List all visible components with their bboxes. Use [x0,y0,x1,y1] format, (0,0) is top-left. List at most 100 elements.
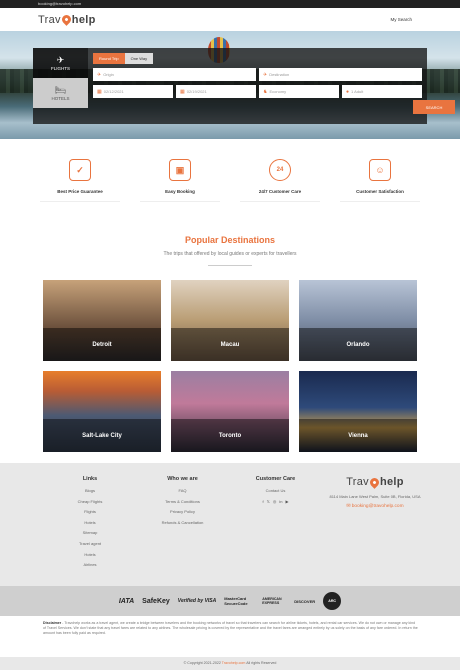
mastercard-securecode-logo: MasterCard SecureCode [224,596,248,606]
footer-heading: Customer Care [255,476,296,482]
instagram-icon[interactable]: ◎ [273,499,277,504]
section-subtitle: The trips that offered by local guides o… [163,251,297,257]
tab-flights[interactable]: ✈ FLIGHTS [33,48,88,78]
footer-customer-care: Customer Care Contact Us f 𝕏 ◎ in ▶ [248,476,303,504]
youtube-icon[interactable]: ▶ [285,499,288,504]
feature-customer-care: 24 24/7 Customer Care [240,159,320,231]
footer-link-contact[interactable]: Contact Us [248,488,303,493]
footer: Links Blogs Cheap Flights Flights Hotels… [0,463,460,586]
footer-email[interactable]: ✉ booking@travohelp.com [320,504,430,509]
booking-screen-icon: ▣ [169,159,191,181]
footer-link-travel-agent[interactable]: Travel agent [70,541,110,546]
linkedin-icon[interactable]: in [279,499,282,504]
top-bar: booking@travohelp.com [0,0,460,8]
search-button[interactable]: SEARCH [413,100,455,114]
brand-right: help [379,476,404,488]
footer-logo[interactable]: Trav help [320,475,430,489]
header: Trav help My Search [0,8,460,31]
search-panel: ✈ FLIGHTS 🛏 HOTELS Round Trip One Way ✈ … [33,48,427,124]
destination-card-salt-lake-city[interactable]: Salt-Lake City [43,371,161,452]
tab-flights-label: FLIGHTS [50,65,70,71]
copyright-suffix: All rights Reserved [246,661,277,665]
passengers-select[interactable]: ● 1 Adult [342,85,422,98]
brand-left: Trav [38,13,61,26]
footer-link-airlines[interactable]: Airlines [70,562,110,567]
destination-card-toronto[interactable]: Toronto [171,371,289,452]
bed-icon: 🛏 [54,84,67,95]
destination-card-macau[interactable]: Macau [171,280,289,361]
arc-logo: ARC [323,592,342,610]
takeoff-icon: ✈ [97,71,102,78]
landing-icon: ✈ [263,71,268,78]
footer-brand: Trav help 8114 Main Lane West Palm, Suit… [320,475,430,509]
footer-link-hotels[interactable]: Hotels [70,520,110,525]
features-row: ✓ Best Price Guarantee ▣ Easy Booking 24… [0,139,460,231]
social-links: f 𝕏 ◎ in ▶ [248,499,303,504]
map-pin-icon [59,13,73,26]
footer-link-hotels-2[interactable]: Hotels [70,552,110,557]
brand-left: Trav [346,476,369,488]
return-date-input[interactable]: ▦ 02/19/2021 [176,85,256,98]
destination-placeholder: Destination [269,72,290,77]
copyright-prefix: © Copyright 2021-2022 [183,661,221,665]
airplane-icon: ✈ [56,54,65,65]
shield-check-icon: ✓ [69,159,91,181]
brand-logo[interactable]: Trav help [38,13,96,26]
depart-date-value: 02/12/2021 [103,89,124,94]
cabin-class-select[interactable]: ♞ Economy [259,85,339,98]
tab-hotels[interactable]: 🛏 HOTELS [33,78,88,108]
footer-heading: Links [82,476,98,482]
calendar-icon: ▦ [180,88,185,95]
feature-label: Easy Booking [165,189,195,194]
nav-my-search[interactable]: My Search [390,17,412,22]
verified-by-visa-logo: Verified by VISA [177,598,217,604]
destination-input[interactable]: ✈ Destination [259,68,422,81]
footer-who-we-are: Who we are FAQ Terms & Conditions Privac… [155,476,210,530]
brand-right: help [71,13,96,26]
origin-input[interactable]: ✈ Origin [93,68,256,81]
destination-card-vienna[interactable]: Vienna [299,371,417,452]
footer-link-flights[interactable]: Flights [70,509,110,514]
calendar-icon: ▦ [97,88,102,95]
facebook-icon[interactable]: f [262,499,263,504]
feature-label: Customer Satisfaction [356,189,404,194]
destination-card-orlando[interactable]: Orlando [299,280,417,361]
safekey-logo: SafeKey [142,597,170,605]
twitter-icon[interactable]: 𝕏 [267,499,270,504]
origin-placeholder: Origin [103,72,114,77]
destination-name: Vienna [348,432,368,439]
disclaimer: Disclaimer - Travohelp works as a travel… [43,621,418,636]
footer-link-sitemap[interactable]: Sitemap [70,530,110,535]
trip-round-trip[interactable]: Round Trip [93,53,125,64]
disclaimer-text: - Travohelp works as a travel agent, we … [43,621,418,635]
footer-link-faq[interactable]: FAQ [155,488,210,493]
partner-logos: IATA SafeKey Verified by VISA MasterCard… [0,586,460,616]
copyright-bar: © Copyright 2021-2022 Travohelp.com All … [0,657,460,670]
search-type-tabs: ✈ FLIGHTS 🛏 HOTELS [33,48,88,124]
hero-banner: ✈ FLIGHTS 🛏 HOTELS Round Trip One Way ✈ … [0,31,460,139]
flight-search-form: Round Trip One Way ✈ Origin ✈ Destinatio… [88,48,427,124]
destination-name: Salt-Lake City [82,432,122,439]
amex-logo: AMERICAN EXPRESS [262,597,282,605]
feature-label: 24/7 Customer Care [258,189,302,194]
footer-link-terms[interactable]: Terms & Conditions [155,499,210,504]
depart-date-input[interactable]: ▦ 02/12/2021 [93,85,173,98]
discover-logo: DISCOVER [294,598,316,604]
footer-link-blogs[interactable]: Blogs [70,488,110,493]
trip-type-toggle: Round Trip One Way [93,53,422,64]
footer-link-cheap-flights[interactable]: Cheap Flights [70,499,110,504]
footer-link-refunds[interactable]: Refunds & Cancellation [155,520,210,525]
destination-card-detroit[interactable]: Detroit [43,280,161,361]
trip-one-way[interactable]: One Way [124,53,154,64]
feature-easy-booking: ▣ Easy Booking [140,159,220,231]
destination-grid: Detroit Macau Orlando Salt-Lake City Tor… [0,266,460,452]
footer-link-privacy[interactable]: Privacy Policy [155,509,210,514]
section-title: Popular Destinations [184,235,275,245]
feature-best-price: ✓ Best Price Guarantee [40,159,120,231]
contact-email[interactable]: booking@travohelp.com [38,1,81,6]
satisfaction-icon: ☺ [369,159,391,181]
map-pin-icon [368,475,381,489]
passengers-value: 1 Adult [351,89,364,94]
feature-label: Best Price Guarantee [57,189,103,194]
copyright-site-link[interactable]: Travohelp.com [222,661,246,665]
